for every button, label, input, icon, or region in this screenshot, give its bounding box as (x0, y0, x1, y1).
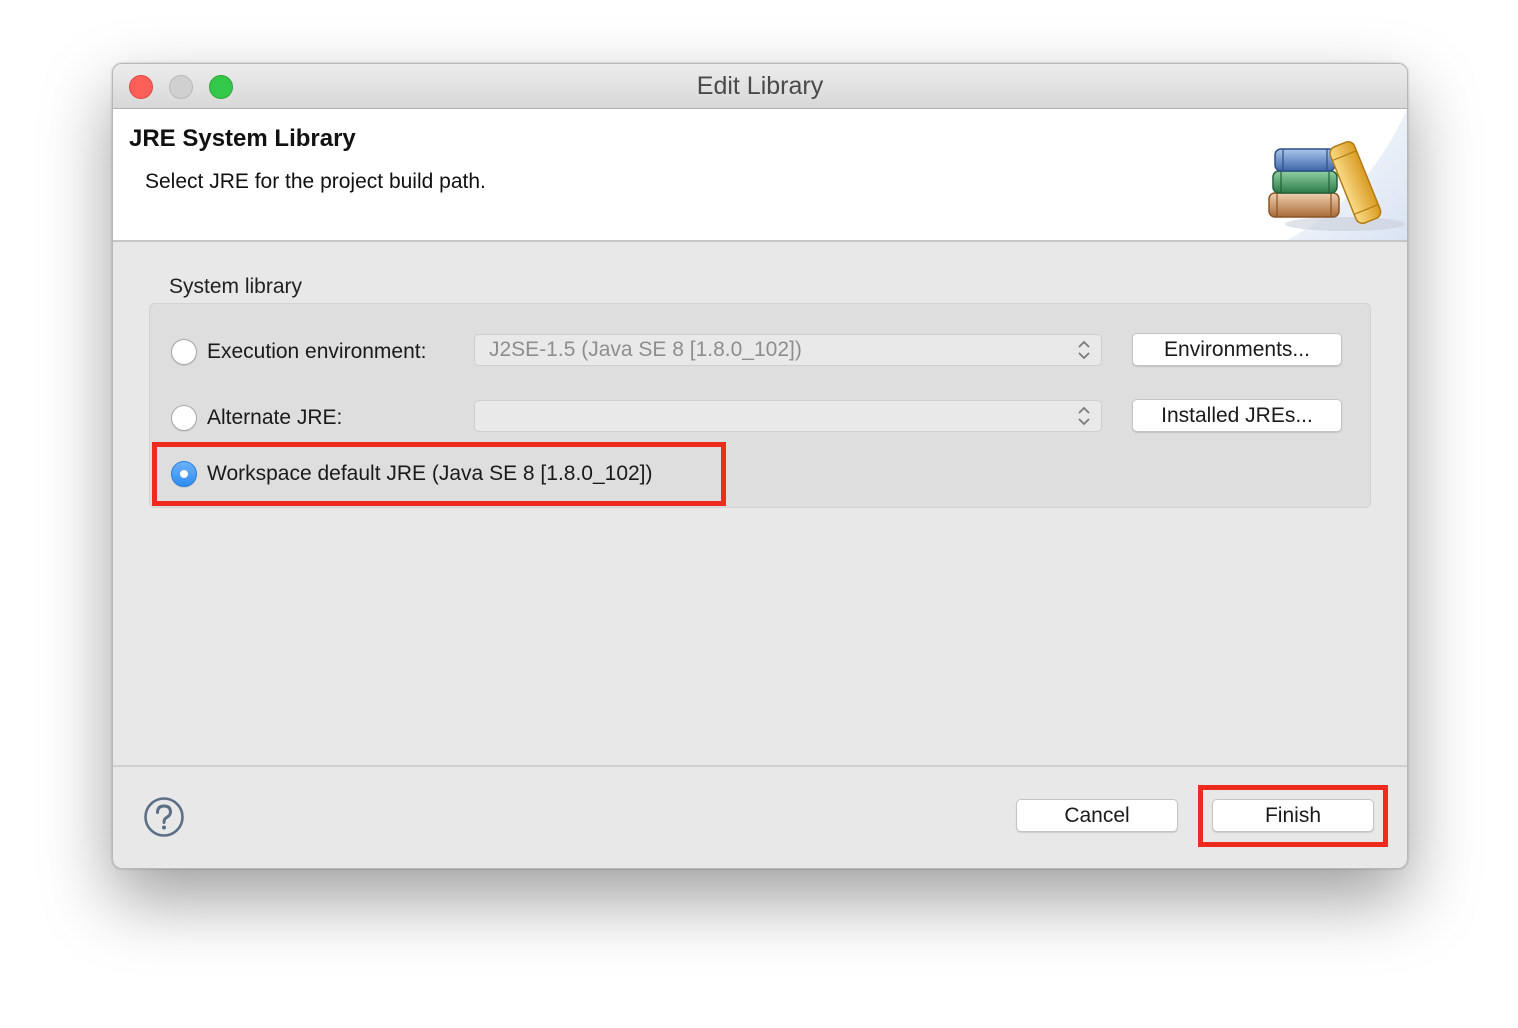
execution-environment-radio[interactable] (171, 339, 197, 365)
library-books-icon (1268, 109, 1407, 240)
wizard-header: JRE System Library Select JRE for the pr… (113, 109, 1407, 242)
alternate-jre-radio[interactable] (171, 405, 197, 431)
alternate-jre-label: Alternate JRE: (207, 406, 343, 429)
help-icon[interactable] (143, 796, 185, 838)
footer-divider (113, 765, 1407, 767)
execution-environment-label: Execution environment: (207, 340, 427, 363)
page-description: Select JRE for the project build path. (145, 170, 486, 193)
page-title: JRE System Library (129, 125, 356, 152)
window-title: Edit Library (696, 72, 824, 100)
edit-library-dialog: Edit Library JRE System Library Select J… (112, 63, 1408, 869)
chevron-up-down-icon (1078, 340, 1090, 360)
execution-environment-value: J2SE-1.5 (Java SE 8 [1.8.0_102]) (489, 338, 802, 361)
cancel-button[interactable]: Cancel (1016, 799, 1178, 832)
title-bar: Edit Library (113, 64, 1407, 109)
alternate-jre-select[interactable] (474, 400, 1102, 432)
chevron-up-down-icon (1078, 406, 1090, 426)
system-library-group-label: System library (169, 275, 303, 298)
environments-button[interactable]: Environments... (1132, 333, 1342, 366)
workspace-default-highlight (152, 442, 726, 506)
finish-highlight (1198, 785, 1388, 847)
execution-environment-select[interactable]: J2SE-1.5 (Java SE 8 [1.8.0_102]) (474, 334, 1102, 366)
installed-jres-button[interactable]: Installed JREs... (1132, 399, 1342, 432)
